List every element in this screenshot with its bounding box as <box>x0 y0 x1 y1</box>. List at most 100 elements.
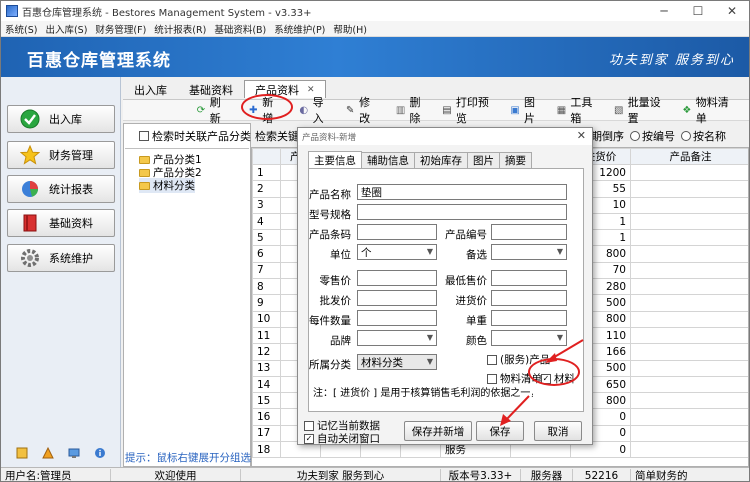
nav-label: 统计报表 <box>49 183 93 196</box>
nav-label: 出入库 <box>49 113 82 126</box>
grid-cell <box>630 441 748 459</box>
save-and-new-button[interactable]: 保存并新增 <box>404 421 472 441</box>
brand-select[interactable]: ▼ <box>357 330 437 346</box>
menu-stock[interactable]: 出入库(S) <box>41 22 91 36</box>
refresh-button[interactable]: ⟳ 刷新 <box>195 94 231 126</box>
dialog-tab-initial-stock[interactable]: 初始库存 <box>414 152 468 168</box>
grid-header-cell[interactable] <box>252 148 281 165</box>
dialog-tab-aux[interactable]: 辅助信息 <box>361 152 415 168</box>
alert-icon[interactable] <box>42 446 54 462</box>
grid-header-cell[interactable]: 产品备注 <box>630 148 748 165</box>
grid-cell <box>630 278 748 296</box>
annotation-circle-add <box>241 94 293 120</box>
dialog-tab-main[interactable]: 主要信息 <box>308 151 362 168</box>
retail-price-input[interactable] <box>357 270 437 286</box>
spec-input[interactable] <box>357 204 567 220</box>
status-bar: 用户名:管理员 欢迎使用 功夫到家 服务到心 版本号3.33+ 服务器 5221… <box>1 467 749 482</box>
alt-select[interactable]: ▼ <box>491 244 567 260</box>
chevron-down-icon: ▼ <box>426 247 433 256</box>
grid-cell <box>630 343 748 361</box>
label-min-price: 最低售价 <box>445 275 487 287</box>
menu-maintenance[interactable]: 系统维护(P) <box>270 22 329 36</box>
row-number: 17 <box>252 424 281 443</box>
category-select[interactable]: 材料分类 ▼ <box>357 354 437 370</box>
checkbox-box[interactable] <box>139 131 149 141</box>
grid-cell <box>630 294 748 312</box>
print-preview-button[interactable]: ▤ 打印预览 <box>441 94 499 126</box>
nav-maintenance-button[interactable]: 系统维护 <box>7 244 115 272</box>
status-mode: 简单财务的 <box>635 470 688 482</box>
row-number: 10 <box>252 310 281 328</box>
weight-input[interactable] <box>491 310 567 326</box>
delete-button[interactable]: ▥ 删除 <box>395 94 431 126</box>
status-version: 版本号3.33+ <box>441 468 521 481</box>
import-button[interactable]: ◐ 导入 <box>298 94 334 126</box>
label-weight: 单重 <box>466 315 487 327</box>
nav-reports-button[interactable]: 统计报表 <box>7 175 115 203</box>
grid-cell <box>630 310 748 328</box>
edit-button[interactable]: ✎ 修改 <box>344 94 380 126</box>
auto-close-checkbox[interactable]: ✓ 自动关闭窗口 <box>304 431 380 446</box>
barcode-input[interactable] <box>357 224 437 240</box>
list-icon: ❖ <box>682 104 692 116</box>
nav-basic-button[interactable]: 基础资料 <box>7 209 115 237</box>
dialog-close-icon[interactable]: ✕ <box>577 129 586 142</box>
grid-cell <box>630 261 748 280</box>
sort-options: 期倒序 按编号 按名称 <box>591 128 726 144</box>
menu-basic[interactable]: 基础资料(B) <box>210 22 270 36</box>
tab-close-icon[interactable]: ✕ <box>307 85 315 95</box>
book-icon <box>20 213 40 233</box>
info-icon[interactable] <box>94 447 106 462</box>
cancel-button[interactable]: 取消 <box>534 421 582 441</box>
label-unit: 单位 <box>330 249 351 261</box>
pie-chart-icon <box>20 179 40 199</box>
sort-name-radio[interactable] <box>681 131 691 141</box>
dialog-tab-images[interactable]: 图片 <box>467 152 500 168</box>
sort-desc-label[interactable]: 期倒序 <box>591 128 624 144</box>
product-add-dialog: 产品资料-新增 ✕ 主要信息 辅助信息 初始库存 图片 摘要 产品名称 垫圈 型… <box>297 127 593 445</box>
header-banner: 百惠仓库管理系统 功夫到家 服务到心 <box>1 37 749 77</box>
menu-finance[interactable]: 财务管理(F) <box>91 22 150 36</box>
search-related-checkbox[interactable]: 检索时关联产品分类 <box>139 128 251 144</box>
cost-price-input[interactable] <box>491 290 567 306</box>
batch-settings-button[interactable]: ▧ 批量设置 <box>613 94 671 126</box>
wholesale-price-input[interactable] <box>357 290 437 306</box>
refresh-icon: ⟳ <box>196 104 206 116</box>
row-number: 7 <box>252 261 281 280</box>
code-input[interactable] <box>491 224 567 240</box>
nav-stock-button[interactable]: 出入库 <box>7 105 115 133</box>
grid-cell <box>630 212 748 231</box>
dialog-tab-summary[interactable]: 摘要 <box>499 152 532 168</box>
min-price-input[interactable] <box>491 270 567 286</box>
status-user: 用户名:管理员 <box>1 468 111 481</box>
close-button[interactable]: ✕ <box>715 1 749 21</box>
per-qty-input[interactable] <box>357 310 437 326</box>
check-icon <box>20 109 40 129</box>
label-name: 产品名称 <box>309 189 351 201</box>
grid-cell <box>630 229 748 247</box>
name-input[interactable]: 垫圈 <box>357 184 567 200</box>
menu-help[interactable]: 帮助(H) <box>329 22 371 36</box>
dialog-tabs: 主要信息 辅助信息 初始库存 图片 摘要 <box>308 151 532 168</box>
materials-list-button[interactable]: ❖ 物料清单 <box>681 94 739 126</box>
grid-cell <box>630 375 748 394</box>
slogan: 功夫到家 服务到心 <box>608 53 735 68</box>
monitor-icon[interactable] <box>68 447 80 462</box>
toolbox-button[interactable]: ▦ 工具箱 <box>556 94 603 126</box>
row-number: 6 <box>252 245 281 263</box>
row-number: 13 <box>252 359 281 377</box>
sort-code-radio[interactable] <box>630 131 640 141</box>
toolbox-icon: ▦ <box>556 104 567 116</box>
folder-icon <box>139 155 150 164</box>
maximize-button[interactable]: ☐ <box>681 1 715 21</box>
menu-system[interactable]: 系统(S) <box>1 22 41 36</box>
tree-node[interactable]: 材料分类 <box>139 178 195 193</box>
status-slogan: 功夫到家 服务到心 <box>241 468 441 481</box>
nav-finance-button[interactable]: 财务管理 <box>7 141 115 169</box>
image-button[interactable]: ▣ 图片 <box>509 94 545 126</box>
tab-stock[interactable]: 出入库 <box>123 80 178 98</box>
unit-select[interactable]: 个 ▼ <box>357 244 437 260</box>
edit-icon[interactable] <box>16 447 28 462</box>
menu-reports[interactable]: 统计报表(R) <box>150 22 210 36</box>
minimize-button[interactable]: ─ <box>647 1 681 21</box>
